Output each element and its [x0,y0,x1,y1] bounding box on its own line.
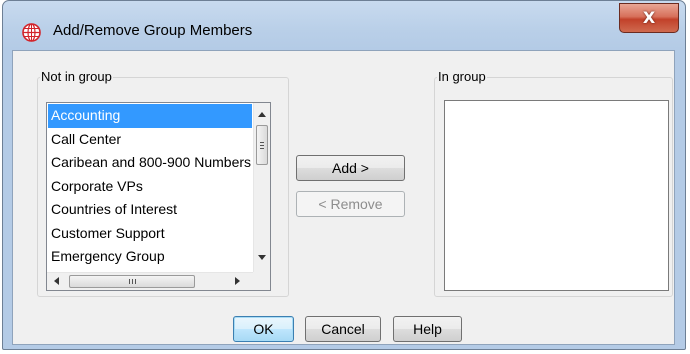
grip-line [260,145,264,146]
dialog-content: Not in group Accounting Call Center Cari… [12,50,675,345]
vertical-scroll-thumb[interactable] [256,125,268,165]
grip-line [260,142,264,143]
remove-button[interactable]: < Remove [296,191,405,217]
globe-app-icon [22,23,41,42]
dialog-window: Add/Remove Group Members X Not in group … [2,0,686,350]
close-button[interactable]: X [619,3,679,33]
not-in-group-list[interactable]: Accounting Call Center Caribean and 800-… [46,102,271,291]
list-item[interactable]: Emergency Group [48,245,252,269]
scroll-corner [253,272,270,290]
help-button[interactable]: Help [393,316,462,342]
not-in-group-legend: Not in group [41,69,112,84]
list-item[interactable]: Customer Support [48,222,252,246]
grip-line [135,279,136,284]
horizontal-scrollbar[interactable] [47,272,253,290]
list-item[interactable]: Corporate VPs [48,175,252,199]
scroll-down-icon[interactable] [258,255,266,260]
grip-line [260,148,264,149]
cancel-button[interactable]: Cancel [305,316,381,342]
horizontal-scroll-thumb[interactable] [69,275,195,288]
add-button[interactable]: Add > [296,155,405,181]
list-item[interactable]: Accounting [48,104,252,128]
in-group-legend: In group [438,69,486,84]
vertical-scrollbar[interactable] [253,103,270,272]
list-item[interactable]: Caribean and 800-900 Numbers [48,151,252,175]
title-bar[interactable]: Add/Remove Group Members X [3,1,685,51]
scroll-up-icon[interactable] [258,112,266,117]
not-in-group-items: Accounting Call Center Caribean and 800-… [48,104,252,270]
in-group-list[interactable] [444,100,669,291]
list-item[interactable]: Countries of Interest [48,198,252,222]
dialog-title: Add/Remove Group Members [53,22,253,39]
scroll-right-icon[interactable] [235,277,240,285]
grip-line [129,279,130,284]
close-icon: X [642,8,656,27]
grip-line [132,279,133,284]
list-item[interactable]: Call Center [48,128,252,152]
ok-button[interactable]: OK [233,316,294,342]
scroll-left-icon[interactable] [54,277,59,285]
